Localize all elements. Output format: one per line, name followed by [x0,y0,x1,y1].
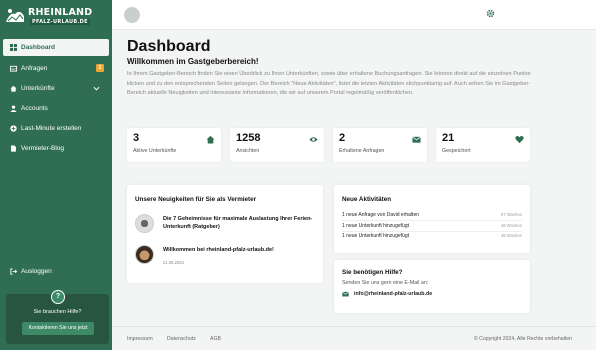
user-icon [10,105,17,112]
page-title: Dashboard [127,38,211,55]
sidebar-item-label: Last-Minute erstellen [21,125,82,132]
logout-button[interactable]: Ausloggen [3,263,109,279]
home-icon [206,135,215,144]
gear-icon[interactable] [486,9,495,18]
dashboard-icon [10,44,17,51]
brand-title: RHEINLAND [28,7,93,18]
home-icon [10,85,17,92]
envelope-icon [342,291,349,297]
sidebar-item-label: Vermieter-Blog [21,145,64,152]
activities-card-title: Neue Aktivitäten [342,196,392,203]
eye-icon [309,137,318,142]
file-icon [11,145,16,152]
stat-value: 2 [339,132,346,144]
sidebar-item-label: Unterkünfte [21,85,55,92]
heart-icon [515,135,524,144]
copyright: © Copyright 2024, Alle Rechte vorbehalte… [473,336,572,342]
activity-text: 1 neue Unterkunft hinzugefügt [342,233,409,239]
question-icon: ? [51,290,65,304]
news-card-title: Unsere Neuigkeiten für Sie als Vermieter [135,196,257,203]
divider [342,231,522,232]
plus-circle-icon [10,125,17,132]
news-date: 21.05.2024 [163,260,184,265]
footer-link-agb[interactable]: AGB [210,336,221,342]
activities-card: Neue Aktivitäten 1 neue Anfrage von Davi… [334,185,530,253]
list-item[interactable]: Willkommen bei rheinland-pfalz-urlaub.de… [135,245,315,271]
news-thumbnail [135,214,154,233]
sidebar-item-accounts[interactable]: Accounts [3,100,109,117]
divider [342,220,522,221]
help-card-text: Senden Sie uns gern eine E-Mail an: [342,280,429,286]
help-email: info@rheinland-pfalz-urlaub.de [354,291,433,297]
page-subtitle: Willkommen im Gastgeberbereich! [127,57,259,66]
list-item[interactable]: 1 neue Unterkunft hinzugefügt 46 Wochen [342,223,522,229]
news-thumbnail [135,245,154,264]
stat-label: Gespeichert [442,148,471,154]
help-email-link[interactable]: info@rheinland-pfalz-urlaub.de [342,291,432,297]
brand-subtitle: PFALZ-URLAUB.DE [30,19,90,25]
list-item[interactable]: Die 7 Geheimnisse für maximale Auslastun… [135,214,315,240]
stat-value: 21 [442,132,455,144]
sidebar-item-dashboard[interactable]: Dashboard [3,39,109,56]
intro-text: In Ihrem Gastgeber-Bereich finden Sie ei… [127,71,531,97]
sidebar-item-label: Anfragen [21,65,48,72]
stat-card-requests[interactable]: 2 Erhaltene Anfragen [333,128,427,162]
sidebar-item-blog[interactable]: Vermieter-Blog [3,140,109,157]
stat-value: 1258 [236,132,261,144]
sidebar-item-label: Dashboard [21,44,55,51]
logout-label: Ausloggen [21,267,52,275]
news-title: Willkommen bei rheinland-pfalz-urlaub.de… [163,247,274,253]
activity-text: 1 neue Unterkunft hinzugefügt [342,223,409,229]
stat-label: Aktive Unterkünfte [133,148,177,154]
brand-logo[interactable]: RHEINLAND PFALZ-URLAUB.DE [4,5,94,27]
news-card: Unsere Neuigkeiten für Sie als Vermieter… [127,185,323,283]
activity-text: 1 neue Anfrage von David erhalten [342,212,419,218]
activity-time: 27 Wochen [500,212,522,217]
vineyard-logo-icon [6,9,24,22]
footer-link-datenschutz[interactable]: Datenschutz [167,336,196,342]
sidebar-item-unterkuenfte[interactable]: Unterkünfte [3,80,109,97]
sidebar-help-box: ? Sie brauchen Hilfe? Kontaktieren Sie u… [6,290,109,344]
inbox-icon [10,65,17,72]
activity-time: 46 Wochen [500,223,522,228]
sidebar-item-last-minute[interactable]: Last-Minute erstellen [3,120,109,137]
logout-icon [10,267,17,275]
sidebar-item-label: Accounts [21,105,48,112]
list-item[interactable]: 1 neue Unterkunft hinzugefügt 46 Wochen [342,233,522,239]
news-title: Die 7 Geheimnisse für maximale Auslastun… [163,216,313,230]
stat-card-accommodations[interactable]: 3 Aktive Unterkünfte [127,128,221,162]
envelope-icon [412,136,421,143]
help-card-title: Sie benötigen Hilfe? [342,269,403,276]
stat-value: 3 [133,132,140,144]
contact-us-button[interactable]: Kontaktieren Sie uns jetzt [22,322,94,335]
stat-label: Ansichten [236,148,260,154]
footer-link-impressum[interactable]: Impressum [127,336,153,342]
activity-time: 46 Wochen [500,233,522,238]
avatar[interactable] [124,7,140,23]
requests-count-badge: 2 [96,64,104,72]
sidebar: RHEINLAND PFALZ-URLAUB.DE Dashboard Anfr… [0,0,112,350]
stat-card-saved[interactable]: 21 Gespeichert [436,128,530,162]
top-header [112,0,596,30]
sidebar-help-text: Sie brauchen Hilfe? [33,309,82,315]
stat-label: Erhaltene Anfragen [339,148,385,154]
stat-card-views[interactable]: 1258 Ansichten [230,128,324,162]
help-card: Sie benötigen Hilfe? Senden Sie uns gern… [334,260,530,313]
footer: Impressum Datenschutz AGB © Copyright 20… [112,326,596,350]
chevron-down-icon[interactable] [93,85,100,92]
sidebar-item-anfragen[interactable]: Anfragen 2 [3,60,109,77]
list-item[interactable]: 1 neue Anfrage von David erhalten 27 Woc… [342,212,522,218]
